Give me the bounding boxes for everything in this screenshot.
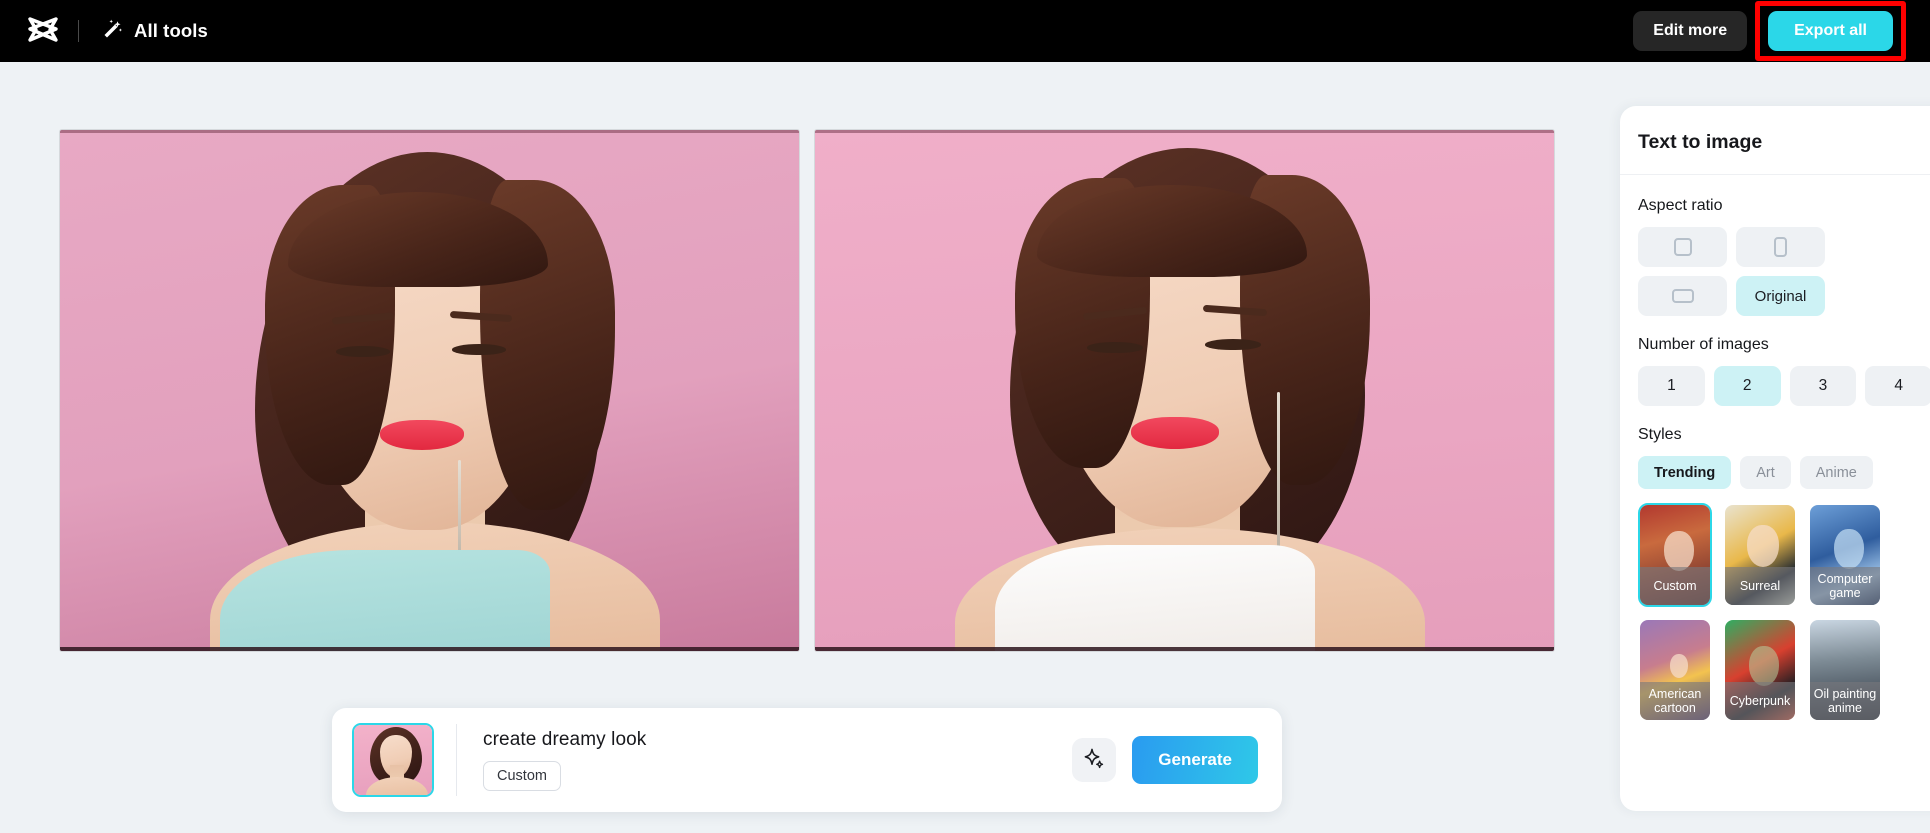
prompt-actions: Generate [1072, 736, 1258, 784]
sparkle-icon-button[interactable] [1072, 738, 1117, 782]
capcut-logo-icon[interactable] [20, 11, 66, 51]
aspect-ratio-original-label: Original [1754, 287, 1807, 305]
all-tools-button[interactable]: All tools [101, 18, 208, 45]
style-label: Custom [1640, 567, 1710, 605]
export-all-highlight-box: Export all [1755, 1, 1906, 61]
style-label: American cartoon [1640, 682, 1710, 720]
generated-images-row [60, 130, 1554, 651]
style-cyberpunk[interactable]: Cyberpunk [1723, 618, 1797, 722]
prompt-content: create dreamy look Custom [483, 729, 646, 791]
styles-tabs: Trending Art Anime [1638, 456, 1930, 489]
style-computer-game[interactable]: Computer game [1808, 503, 1882, 607]
aspect-ratio-square[interactable] [1638, 227, 1727, 267]
prompt-divider [456, 724, 457, 796]
aspect-ratio-options: Original [1638, 227, 1930, 316]
panel-title: Text to image [1620, 106, 1930, 175]
header-divider [78, 20, 79, 42]
tab-art[interactable]: Art [1740, 456, 1791, 489]
style-custom[interactable]: Custom [1638, 503, 1712, 607]
tab-trending[interactable]: Trending [1638, 456, 1732, 489]
number-of-images-options: 1 2 3 4 [1638, 366, 1930, 406]
top-bar-actions: Edit more Export all [1633, 1, 1930, 61]
style-label: Computer game [1810, 567, 1880, 605]
aspect-ratio-landscape[interactable] [1638, 276, 1727, 316]
style-label: Cyberpunk [1725, 682, 1795, 720]
square-ratio-icon [1673, 238, 1692, 256]
number-option-4[interactable]: 4 [1865, 366, 1930, 406]
style-surreal[interactable]: Surreal [1723, 503, 1797, 607]
number-option-3[interactable]: 3 [1789, 366, 1857, 406]
edit-more-button[interactable]: Edit more [1633, 11, 1748, 51]
tab-anime[interactable]: Anime [1799, 456, 1873, 489]
style-label: Surreal [1725, 567, 1795, 605]
number-option-1[interactable]: 1 [1638, 366, 1705, 406]
style-label: Oil painting anime [1810, 682, 1880, 720]
magic-wand-icon [101, 18, 123, 45]
portrait-illustration [60, 130, 799, 651]
panel-body: Aspect ratio Original Number of images 1… [1620, 175, 1930, 722]
prompt-text[interactable]: create dreamy look [483, 729, 646, 751]
style-oil-painting-anime[interactable]: Oil painting anime [1808, 618, 1882, 722]
generate-button[interactable]: Generate [1132, 736, 1258, 784]
all-tools-label: All tools [134, 20, 208, 41]
number-option-2[interactable]: 2 [1713, 366, 1781, 406]
text-to-image-panel: Text to image Aspect ratio Original Numb… [1620, 106, 1930, 811]
sparkle-icon [1082, 747, 1106, 774]
style-american-cartoon[interactable]: American cartoon [1638, 618, 1712, 722]
aspect-ratio-label: Aspect ratio [1638, 197, 1723, 214]
aspect-ratio-portrait[interactable] [1736, 227, 1825, 267]
styles-label: Styles [1638, 426, 1682, 443]
portrait-ratio-icon [1774, 237, 1787, 257]
styles-grid: Custom Surreal Computer game American ca… [1638, 503, 1930, 722]
canvas-area: create dreamy look Custom Generate [0, 62, 1618, 833]
export-all-button[interactable]: Export all [1768, 11, 1893, 51]
generated-image-2[interactable] [815, 130, 1554, 651]
generated-image-1[interactable] [60, 130, 799, 651]
portrait-illustration [815, 130, 1554, 651]
number-of-images-label: Number of images [1638, 336, 1769, 353]
landscape-ratio-icon [1671, 289, 1694, 303]
prompt-style-chip[interactable]: Custom [483, 761, 561, 791]
aspect-ratio-original[interactable]: Original [1736, 276, 1825, 316]
prompt-bar: create dreamy look Custom Generate [332, 708, 1282, 812]
top-bar: All tools Edit more Export all [0, 0, 1930, 62]
reference-image-thumbnail[interactable] [352, 723, 434, 797]
